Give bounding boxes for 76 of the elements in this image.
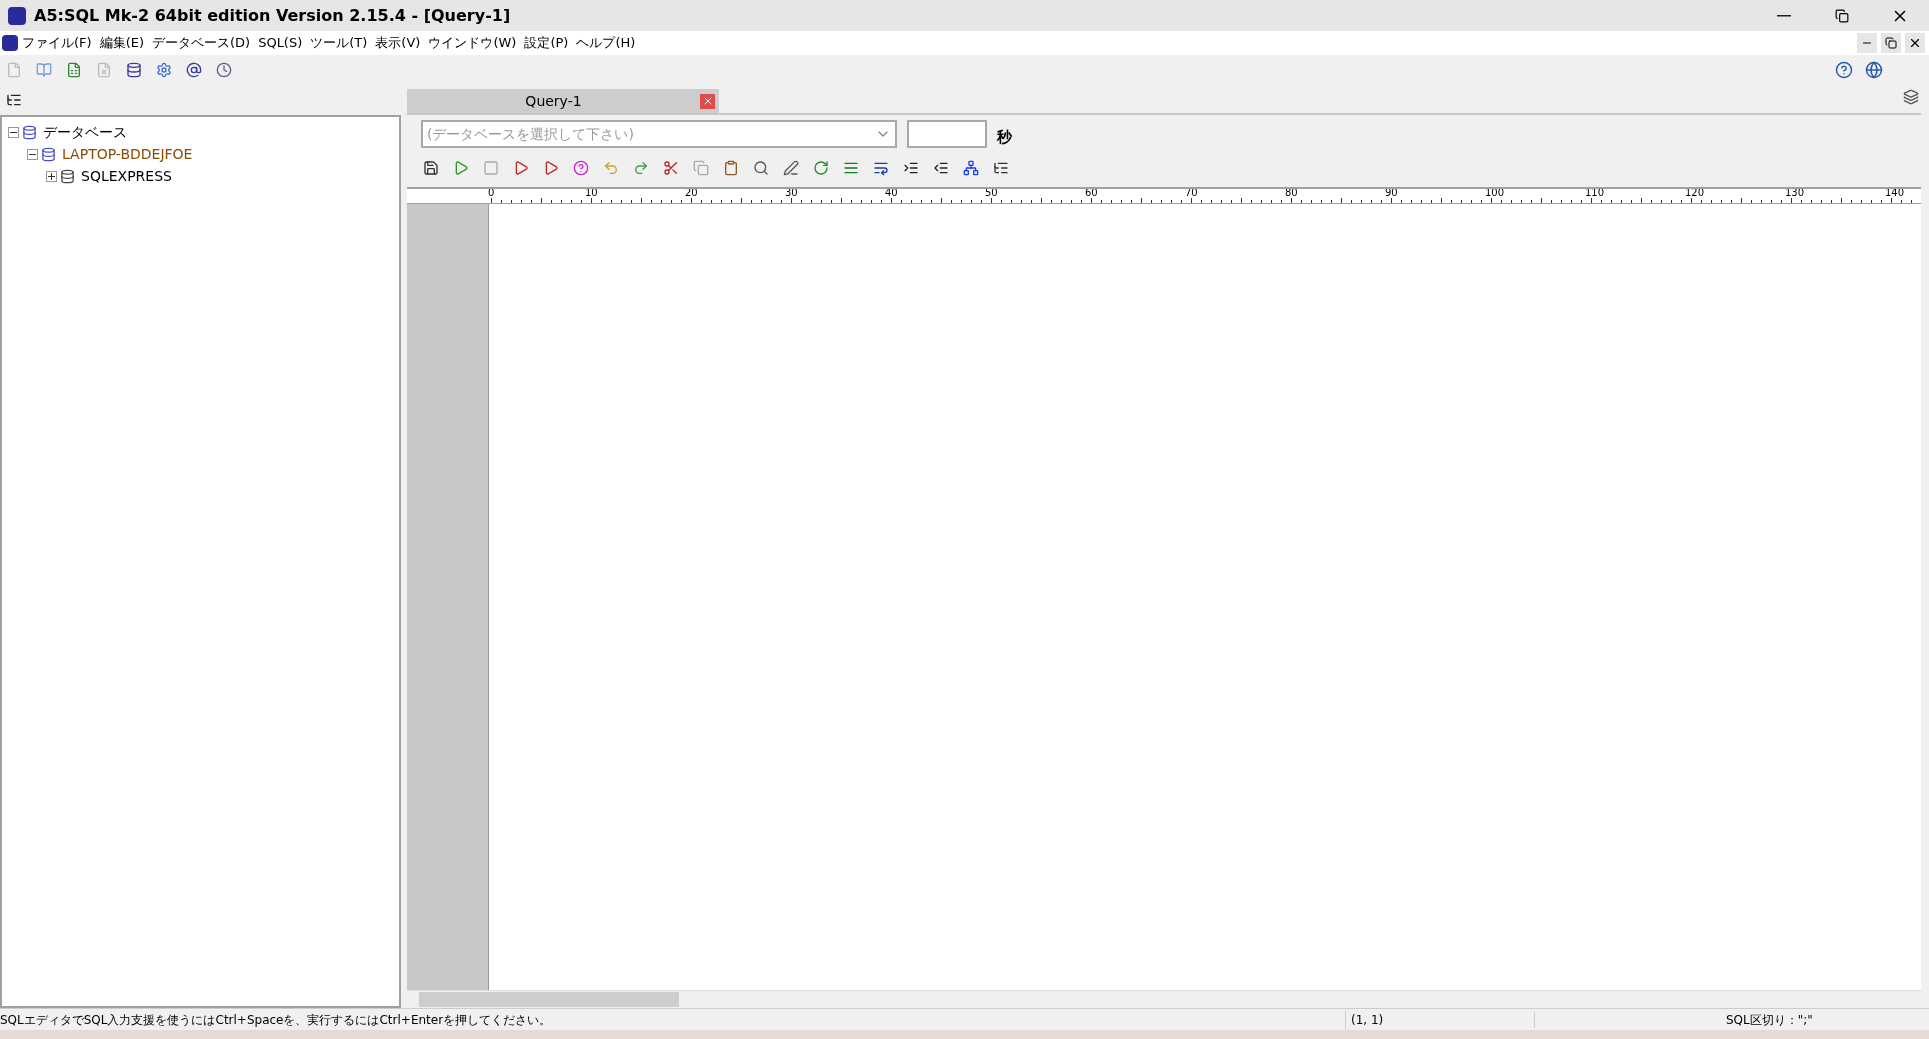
ruler-label: 20 (685, 189, 698, 198)
database-icon (22, 124, 37, 140)
run-icon[interactable] (513, 160, 529, 176)
run-icon[interactable] (453, 160, 469, 176)
outline-icon[interactable] (993, 160, 1009, 176)
cut-icon[interactable] (663, 160, 679, 176)
app-logo-icon (8, 6, 26, 25)
delimiter-status: SQL区切り：";" (1725, 1011, 1813, 1029)
tree-item[interactable]: SQLEXPRESS (81, 165, 172, 187)
help-icon[interactable] (1835, 61, 1853, 79)
ruler-label: 30 (785, 189, 798, 198)
clock-icon[interactable] (216, 62, 232, 78)
menu-item[interactable]: ツール(T) (306, 33, 372, 53)
collapse-toggle-icon[interactable] (8, 126, 19, 138)
ruler-label: 80 (1285, 189, 1298, 198)
ruler-label: 90 (1385, 189, 1398, 198)
menu-item[interactable]: ファイル(F) (18, 33, 96, 53)
ruler-label: 0 (488, 189, 495, 198)
database-icon (41, 146, 56, 162)
app-logo-icon[interactable] (2, 35, 18, 51)
search-icon[interactable] (753, 160, 769, 176)
indent-icon[interactable] (903, 160, 919, 176)
ruler-label: 60 (1085, 189, 1098, 198)
run-icon[interactable] (543, 160, 559, 176)
menu-item[interactable]: SQL(S) (254, 33, 307, 53)
restore-button[interactable] (1881, 33, 1901, 53)
ruler-label: 40 (885, 189, 898, 198)
save-icon[interactable] (423, 160, 439, 176)
tree-view-icon[interactable] (6, 92, 22, 108)
paste-icon[interactable] (723, 160, 739, 176)
wrap-icon[interactable] (873, 160, 889, 176)
ruler-label: 100 (1485, 189, 1505, 198)
document-icon[interactable] (66, 62, 82, 78)
close-tab-icon[interactable] (700, 93, 715, 109)
help-icon[interactable] (573, 160, 589, 176)
diagram-icon[interactable] (963, 160, 979, 176)
menu-item[interactable]: ウインドウ(W) (424, 33, 521, 53)
tree-item[interactable]: データベース (43, 121, 127, 143)
close-icon (1908, 36, 1922, 50)
ruler-label: 120 (1685, 189, 1705, 198)
collapse-toggle-icon[interactable] (27, 148, 38, 160)
close-button[interactable] (1905, 33, 1925, 53)
rotate-icon[interactable] (813, 160, 829, 176)
restore-icon (1885, 37, 1897, 49)
menu-item[interactable]: 表示(V) (371, 33, 425, 53)
restore-icon (1835, 8, 1849, 23)
ruler-label: 10 (585, 189, 598, 198)
at-sign-icon[interactable] (186, 62, 202, 78)
minimize-button[interactable] (1857, 33, 1877, 53)
edit-icon[interactable] (783, 160, 799, 176)
ruler-label: 50 (985, 189, 998, 198)
ruler-label: 130 (1785, 189, 1805, 198)
menu-item[interactable]: ヘルプ(H) (572, 33, 640, 53)
window-title: A5:SQL Mk-2 64bit edition Version 2.15.4 - [Query-1] (34, 4, 511, 27)
database-icon (60, 168, 75, 184)
status-message: SQLエディタでSQL入力支援を使うにはCtrl+Spaceを、実行するにはCtrl+Enterを押してください。 (0, 1011, 553, 1029)
menu-item[interactable]: 編集(E) (95, 33, 148, 53)
gear-icon[interactable] (156, 62, 172, 78)
globe-icon[interactable] (1865, 61, 1883, 79)
menu-item[interactable]: データベース(D) (148, 33, 255, 53)
expand-toggle-icon[interactable] (46, 170, 57, 182)
timeout-field[interactable] (907, 120, 987, 148)
database-icon[interactable] (126, 62, 142, 78)
ruler-label: 110 (1585, 189, 1605, 198)
outdent-icon[interactable] (933, 160, 949, 176)
scrollbar-thumb[interactable] (419, 992, 679, 1007)
seconds-label: 秒 (997, 126, 1012, 148)
ruler-label: 70 (1185, 189, 1198, 198)
cursor-position: (1, 1) (1345, 1010, 1534, 1029)
align-icon[interactable] (843, 160, 859, 176)
ruler-label: 140 (1885, 189, 1905, 198)
menu-item[interactable]: 設定(P) (520, 33, 573, 53)
redo-icon[interactable] (633, 160, 649, 176)
minimize-icon (1777, 14, 1791, 17)
tree-item[interactable]: LAPTOP-BDDEJFOE (62, 143, 193, 165)
editor-tab[interactable]: Query-1 (407, 89, 719, 113)
